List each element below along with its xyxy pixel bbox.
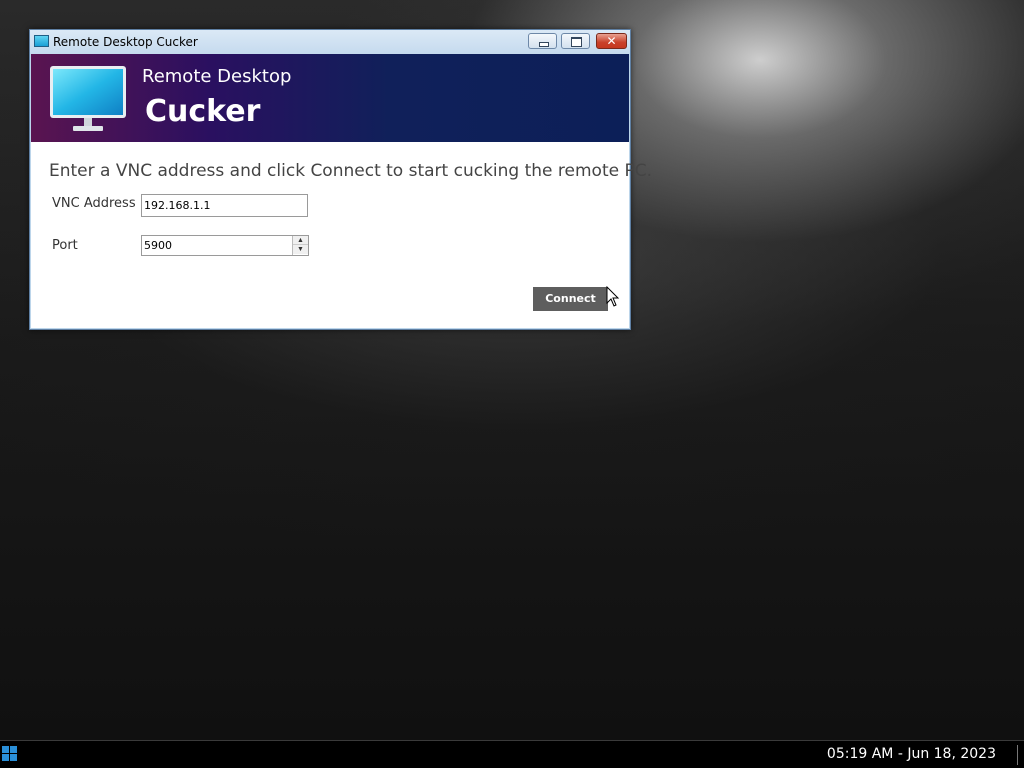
monitor-icon: [50, 66, 126, 131]
port-label: Port: [52, 238, 78, 253]
port-stepper[interactable]: ▲ ▼: [292, 236, 308, 255]
vnc-address-input[interactable]: [141, 194, 308, 217]
close-button[interactable]: ✕: [596, 33, 627, 49]
close-icon: ✕: [606, 34, 617, 48]
stepper-down-icon[interactable]: ▼: [293, 245, 308, 254]
maximize-icon: [562, 34, 589, 48]
mouse-cursor-icon: [606, 286, 620, 307]
instructions-text: Enter a VNC address and click Connect to…: [49, 161, 653, 181]
app-window: Remote Desktop Cucker ✕ Remote Desktop C…: [29, 29, 652, 330]
windows-logo-icon: [2, 746, 9, 753]
taskbar: 05:19 AM - Jun 18, 2023: [0, 740, 1024, 768]
taskbar-clock[interactable]: 05:19 AM - Jun 18, 2023: [827, 746, 996, 762]
port-input[interactable]: [141, 235, 309, 256]
vnc-address-label: VNC Address: [52, 196, 136, 211]
app-icon: [34, 35, 49, 47]
banner-subtitle: Cucker: [145, 94, 261, 129]
title-bar[interactable]: Remote Desktop Cucker ✕: [30, 30, 630, 54]
minimize-button[interactable]: [528, 33, 557, 49]
window-title: Remote Desktop Cucker: [53, 35, 198, 49]
show-desktop-button[interactable]: [1017, 745, 1018, 765]
connect-button[interactable]: Connect: [533, 287, 608, 311]
minimize-icon: [529, 34, 556, 48]
banner-title: Remote Desktop: [142, 66, 292, 87]
maximize-button[interactable]: [561, 33, 590, 49]
start-button[interactable]: [2, 746, 18, 762]
window-client-area: Remote Desktop Cucker Enter a VNC addres…: [31, 54, 652, 328]
stepper-up-icon[interactable]: ▲: [293, 236, 308, 245]
header-banner: Remote Desktop Cucker: [31, 54, 629, 142]
